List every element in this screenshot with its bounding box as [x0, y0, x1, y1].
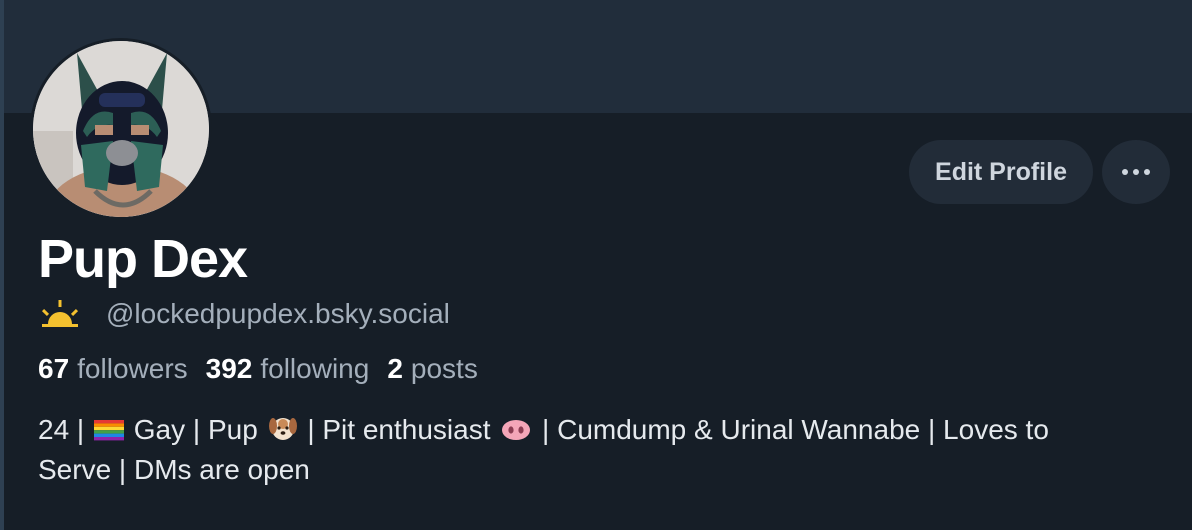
bio-text-4: | Cumdump & Urinal Wannabe | Loves to: [534, 414, 1049, 445]
edit-profile-button[interactable]: Edit Profile: [909, 140, 1093, 204]
bio-text-1: 24 |: [38, 414, 92, 445]
bio-line-1: 24 | Gay | Pup | Pit enthusiast | Cumdum…: [38, 410, 1168, 450]
posts-count: 2: [387, 353, 403, 384]
sunrise-icon: [41, 300, 79, 327]
bio-line-2: Serve | DMs are open: [38, 454, 310, 485]
ellipsis-icon: [1122, 169, 1150, 175]
following-count[interactable]: 392: [206, 353, 253, 385]
more-options-button[interactable]: [1102, 140, 1170, 204]
handle-row: @lockedpupdex.bsky.social: [40, 298, 450, 330]
dog-face-icon: [268, 418, 297, 440]
handle-text[interactable]: @lockedpupdex.bsky.social: [106, 298, 450, 330]
profile-stats: 67 followers 392 following 2 posts: [38, 353, 496, 385]
profile-bio: 24 | Gay | Pup | Pit enthusiast | Cumdum…: [38, 410, 1168, 490]
following-label[interactable]: following: [260, 353, 369, 385]
followers-count[interactable]: 67: [38, 353, 69, 385]
display-name: Pup Dex: [38, 229, 248, 289]
pig-nose-icon: [502, 420, 531, 440]
avatar[interactable]: [30, 38, 212, 220]
posts-label: posts: [410, 353, 478, 384]
bio-text-2: Gay | Pup: [125, 414, 266, 445]
followers-label[interactable]: followers: [77, 353, 187, 385]
avatar-image: [33, 41, 209, 217]
bio-text-3: | Pit enthusiast: [299, 414, 499, 445]
rainbow-flag-icon: [93, 420, 124, 441]
